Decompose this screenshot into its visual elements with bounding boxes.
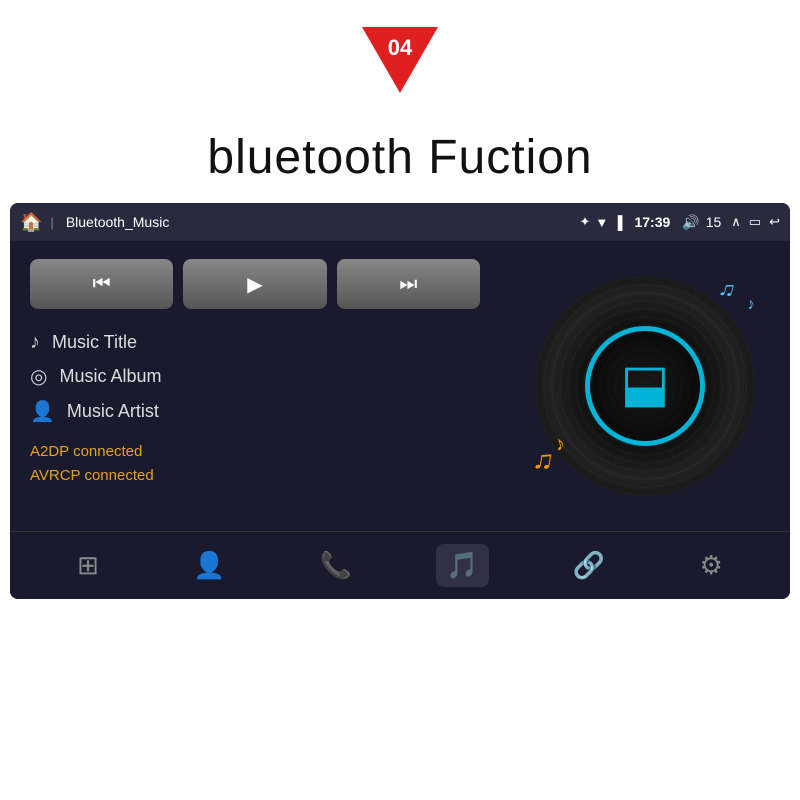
music-note-3: ♫ (530, 442, 556, 477)
status-time: 17:39 (634, 214, 670, 230)
music-title-label: Music Title (52, 332, 137, 353)
status-right-icons: ∧ ▭ ↩ (731, 214, 780, 230)
bluetooth-ring: ⬓ (585, 326, 705, 446)
grid-icon: ⊞ (77, 550, 99, 581)
badge-area: 04 (0, 0, 800, 120)
play-button[interactable]: ▶ (183, 259, 326, 309)
volume-level: 15 (706, 214, 722, 230)
nav-grid[interactable]: ⊞ (67, 544, 109, 587)
nav-music[interactable]: 🎵 (436, 544, 488, 587)
playback-controls: ⏮ ▶ ⏭ (30, 259, 480, 309)
badge-triangle: 04 (362, 27, 438, 93)
play-icon: ▶ (247, 272, 262, 297)
nav-phone[interactable]: 📞 (310, 544, 362, 587)
page-title: bluetooth Fuction (207, 131, 592, 184)
left-panel: ⏮ ▶ ⏭ ♪ Music Title ◎ Music Album 👤 (10, 241, 500, 531)
signal-icon: ▐ (613, 215, 622, 230)
music-artist-label: Music Artist (67, 401, 159, 422)
a2dp-status: A2DP connected (30, 440, 480, 464)
nav-settings[interactable]: ⚙ (690, 544, 733, 587)
artist-icon: 👤 (30, 399, 55, 424)
music-album-row: ◎ Music Album (30, 364, 480, 389)
connection-status: A2DP connected AVRCP connected (30, 440, 480, 488)
bluetooth-status-icon: ✦ (579, 214, 590, 230)
prev-icon: ⏮ (93, 273, 111, 296)
volume-icon: 🔊 (682, 214, 699, 231)
screen: 🏠 | Bluetooth_Music ✦ ▼ ▐ 17:39 🔊 15 ∧ ▭… (10, 203, 790, 599)
bluetooth-icon: ⬓ (620, 358, 669, 410)
contacts-icon: 👤 (193, 550, 225, 581)
music-album-label: Music Album (59, 366, 161, 387)
window-icon: ▭ (749, 214, 761, 230)
separator: | (50, 215, 53, 230)
next-button[interactable]: ⏭ (337, 259, 480, 309)
vinyl-container: ⬓ ♫ ♪ ♫ ♪ (525, 266, 765, 506)
music-note-icon: ♪ (30, 331, 40, 354)
prev-button[interactable]: ⏮ (30, 259, 173, 309)
back-icon[interactable]: ↩ (769, 214, 780, 230)
music-note-1: ♫ (715, 274, 738, 303)
settings-icon: ⚙ (700, 550, 723, 581)
music-artist-row: 👤 Music Artist (30, 399, 480, 424)
nav-contacts[interactable]: 👤 (183, 544, 235, 587)
nav-link[interactable]: 🔗 (563, 544, 615, 587)
status-bar: 🏠 | Bluetooth_Music ✦ ▼ ▐ 17:39 🔊 15 ∧ ▭… (10, 203, 790, 241)
main-content: ⏮ ▶ ⏭ ♪ Music Title ◎ Music Album 👤 (10, 241, 790, 531)
album-icon: ◎ (30, 364, 47, 389)
app-name: Bluetooth_Music (66, 214, 574, 230)
home-icon[interactable]: 🏠 (20, 212, 42, 233)
badge-number: 04 (388, 35, 412, 61)
music-note-2: ♪ (745, 295, 756, 314)
avrcp-status: AVRCP connected (30, 464, 480, 488)
next-icon: ⏭ (399, 273, 417, 296)
page-title-area: bluetooth Fuction (0, 120, 800, 203)
bottom-nav: ⊞ 👤 📞 🎵 🔗 ⚙ (10, 531, 790, 599)
wifi-icon: ▼ (595, 215, 608, 230)
right-panel: ⬓ ♫ ♪ ♫ ♪ (500, 241, 790, 531)
phone-icon: 📞 (320, 550, 352, 581)
chevron-up-icon: ∧ (731, 214, 741, 230)
link-icon: 🔗 (573, 550, 605, 581)
music-nav-icon: 🎵 (446, 550, 478, 581)
music-title-row: ♪ Music Title (30, 331, 480, 354)
status-icons: ✦ ▼ ▐ (579, 214, 622, 230)
